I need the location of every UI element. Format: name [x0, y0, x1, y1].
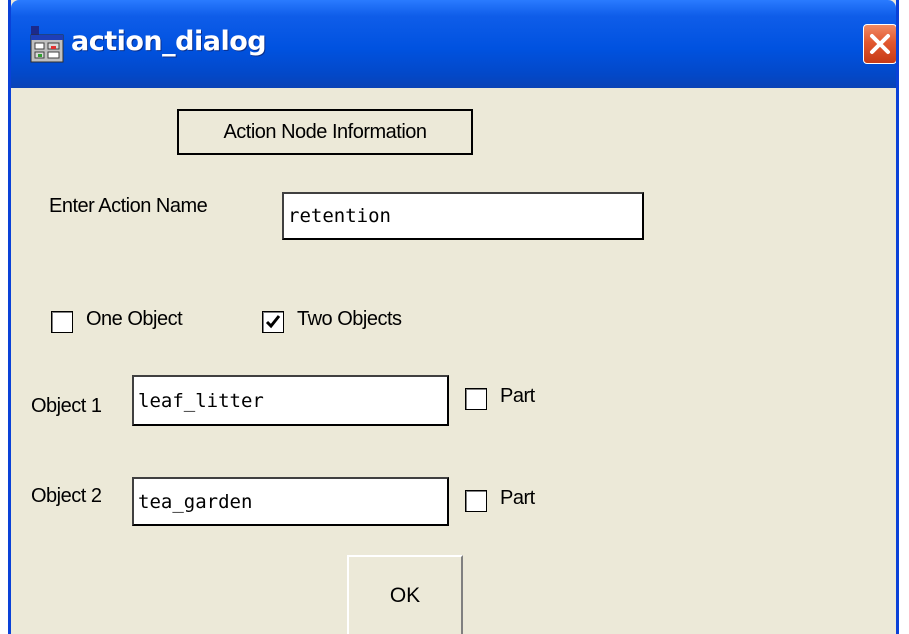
object2-part-label: Part — [500, 487, 535, 509]
object2-input[interactable] — [132, 477, 449, 526]
object1-input[interactable] — [132, 375, 449, 426]
object2-label: Object 2 — [31, 485, 102, 507]
dialog-body: Action Node Information Enter Action Nam… — [11, 88, 896, 634]
app-icon — [29, 24, 65, 64]
title-bar[interactable]: action_dialog — [11, 0, 896, 88]
section-title: Action Node Information — [177, 109, 473, 155]
object1-part-label: Part — [500, 385, 535, 407]
object1-part-checkbox[interactable] — [465, 388, 487, 410]
ok-button[interactable]: OK — [347, 555, 463, 634]
two-objects-label: Two Objects — [297, 308, 402, 330]
close-icon — [870, 34, 890, 54]
dialog-window: action_dialog Action Node Information En… — [8, 0, 899, 634]
close-button[interactable] — [863, 24, 896, 64]
action-name-input[interactable] — [282, 192, 644, 240]
object2-part-checkbox[interactable] — [465, 490, 487, 512]
action-name-label: Enter Action Name — [49, 195, 208, 217]
one-object-label: One Object — [86, 308, 183, 330]
window-title: action_dialog — [71, 26, 267, 57]
object1-label: Object 1 — [31, 395, 102, 417]
one-object-checkbox[interactable] — [51, 311, 73, 333]
checkmark-icon — [265, 315, 281, 329]
two-objects-checkbox[interactable] — [262, 311, 284, 333]
